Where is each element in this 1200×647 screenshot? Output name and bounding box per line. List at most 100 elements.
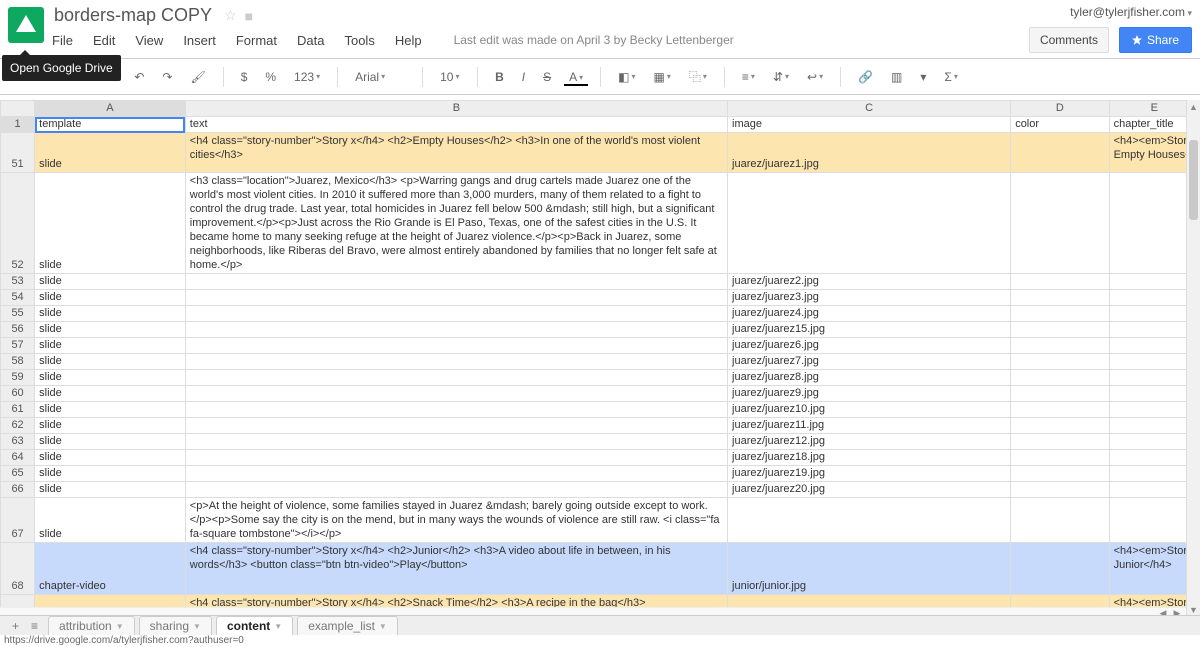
font-family[interactable]: Arial bbox=[350, 67, 410, 87]
menu-help[interactable]: Help bbox=[395, 33, 422, 48]
cell-C62[interactable]: juarez/juarez11.jpg bbox=[728, 418, 1011, 434]
tab-sharing[interactable]: sharing▼ bbox=[139, 616, 212, 635]
cell-C59[interactable]: juarez/juarez8.jpg bbox=[728, 370, 1011, 386]
row-54-header[interactable]: 54 bbox=[1, 290, 35, 306]
cell-A52[interactable]: slide bbox=[35, 173, 186, 274]
scroll-up-icon[interactable]: ▲ bbox=[1187, 100, 1200, 114]
strike-button[interactable]: S bbox=[538, 67, 556, 87]
row-65-header[interactable]: 65 bbox=[1, 466, 35, 482]
insert-link-icon[interactable]: 🔗 bbox=[853, 67, 878, 87]
row-67-header[interactable]: 67 bbox=[1, 498, 35, 543]
cell-B51[interactable]: <h4 class="story-number">Story x</h4> <h… bbox=[185, 133, 727, 173]
row-55-header[interactable]: 55 bbox=[1, 306, 35, 322]
col-A-header[interactable]: A bbox=[35, 101, 186, 117]
cell-A53[interactable]: slide bbox=[35, 274, 186, 290]
functions-icon[interactable]: Σ bbox=[939, 67, 962, 87]
cell-C51[interactable]: juarez/juarez1.jpg bbox=[728, 133, 1011, 173]
cell-A57[interactable]: slide bbox=[35, 338, 186, 354]
scroll-thumb[interactable] bbox=[1189, 140, 1198, 220]
cell-C60[interactable]: juarez/juarez9.jpg bbox=[728, 386, 1011, 402]
comments-button[interactable]: Comments bbox=[1029, 27, 1109, 53]
cell-B67[interactable]: <p>At the height of violence, some famil… bbox=[185, 498, 727, 543]
cell-A63[interactable]: slide bbox=[35, 434, 186, 450]
row-63-header[interactable]: 63 bbox=[1, 434, 35, 450]
insert-chart-icon[interactable]: ▥ bbox=[886, 67, 907, 87]
cell-A64[interactable]: slide bbox=[35, 450, 186, 466]
cell-B52[interactable]: <h3 class="location">Juarez, Mexico</h3>… bbox=[185, 173, 727, 274]
cell-A65[interactable]: slide bbox=[35, 466, 186, 482]
cell-B53[interactable] bbox=[185, 274, 727, 290]
star-icon[interactable]: ☆ bbox=[224, 7, 237, 24]
row-1-header[interactable]: 1 bbox=[1, 117, 35, 133]
vertical-scrollbar[interactable]: ▲ ▼ bbox=[1186, 100, 1200, 617]
cell-A1[interactable]: template bbox=[35, 117, 186, 133]
cell-A67[interactable]: slide bbox=[35, 498, 186, 543]
halign-icon[interactable]: ≡ bbox=[737, 67, 760, 87]
folder-icon[interactable]: ■ bbox=[245, 8, 253, 24]
cell-C1[interactable]: image bbox=[728, 117, 1011, 133]
filter-icon[interactable]: ▾ bbox=[915, 67, 931, 87]
select-all[interactable] bbox=[1, 101, 35, 117]
tab-attribution[interactable]: attribution▼ bbox=[48, 616, 135, 635]
fill-color-icon[interactable]: ◧ bbox=[613, 67, 640, 87]
row-53-header[interactable]: 53 bbox=[1, 274, 35, 290]
cell-A56[interactable]: slide bbox=[35, 322, 186, 338]
tab-example-list[interactable]: example_list▼ bbox=[297, 616, 398, 635]
col-C-header[interactable]: C bbox=[728, 101, 1011, 117]
paint-format-icon[interactable]: 🖌 bbox=[185, 67, 210, 87]
cell-C52[interactable] bbox=[728, 173, 1011, 274]
cell-C66[interactable]: juarez/juarez20.jpg bbox=[728, 482, 1011, 498]
col-B-header[interactable]: B bbox=[185, 101, 727, 117]
row-66-header[interactable]: 66 bbox=[1, 482, 35, 498]
cell-C57[interactable]: juarez/juarez6.jpg bbox=[728, 338, 1011, 354]
cell-A51[interactable]: slide bbox=[35, 133, 186, 173]
cell-D1[interactable]: color bbox=[1011, 117, 1109, 133]
row-62-header[interactable]: 62 bbox=[1, 418, 35, 434]
cell-B1[interactable]: text bbox=[185, 117, 727, 133]
drive-logo-icon[interactable] bbox=[8, 7, 44, 43]
redo-icon[interactable]: ↷ bbox=[157, 67, 177, 87]
cell-D52[interactable] bbox=[1011, 173, 1109, 274]
cell-A62[interactable]: slide bbox=[35, 418, 186, 434]
row-52-header[interactable]: 52 bbox=[1, 173, 35, 274]
cell-A68[interactable]: chapter-video bbox=[35, 543, 186, 595]
row-58-header[interactable]: 58 bbox=[1, 354, 35, 370]
cell-C55[interactable]: juarez/juarez4.jpg bbox=[728, 306, 1011, 322]
spreadsheet-grid[interactable]: A B C D E 1 template text image color ch… bbox=[0, 100, 1200, 617]
row-64-header[interactable]: 64 bbox=[1, 450, 35, 466]
row-56-header[interactable]: 56 bbox=[1, 322, 35, 338]
cell-C68[interactable]: junior/junior.jpg bbox=[728, 543, 1011, 595]
menu-format[interactable]: Format bbox=[236, 33, 277, 48]
format-currency[interactable]: $ bbox=[236, 67, 253, 87]
format-more[interactable]: 123 bbox=[289, 67, 325, 87]
wrap-icon[interactable]: ↩ bbox=[802, 67, 828, 87]
cell-A66[interactable]: slide bbox=[35, 482, 186, 498]
merge-icon[interactable]: ⿻ bbox=[684, 65, 712, 88]
cell-C61[interactable]: juarez/juarez10.jpg bbox=[728, 402, 1011, 418]
cell-A54[interactable]: slide bbox=[35, 290, 186, 306]
cell-A58[interactable]: slide bbox=[35, 354, 186, 370]
cell-D51[interactable] bbox=[1011, 133, 1109, 173]
cell-A61[interactable]: slide bbox=[35, 402, 186, 418]
menu-view[interactable]: View bbox=[135, 33, 163, 48]
col-D-header[interactable]: D bbox=[1011, 101, 1109, 117]
bold-button[interactable]: B bbox=[490, 67, 509, 87]
undo-icon[interactable]: ↶ bbox=[129, 67, 149, 87]
menu-insert[interactable]: Insert bbox=[183, 33, 216, 48]
italic-button[interactable]: I bbox=[517, 67, 530, 87]
format-percent[interactable]: % bbox=[260, 67, 281, 87]
all-sheets-button[interactable]: ≡ bbox=[25, 617, 44, 635]
menu-edit[interactable]: Edit bbox=[93, 33, 115, 48]
add-sheet-button[interactable]: + bbox=[6, 617, 25, 635]
cell-B68[interactable]: <h4 class="story-number">Story x</h4> <h… bbox=[185, 543, 727, 595]
user-menu[interactable]: tyler@tylerjfisher.com bbox=[1070, 5, 1192, 19]
cell-C64[interactable]: juarez/juarez18.jpg bbox=[728, 450, 1011, 466]
cell-C65[interactable]: juarez/juarez19.jpg bbox=[728, 466, 1011, 482]
tab-content[interactable]: content▼ bbox=[216, 616, 293, 635]
row-59-header[interactable]: 59 bbox=[1, 370, 35, 386]
menu-tools[interactable]: Tools bbox=[344, 33, 374, 48]
share-button[interactable]: Share bbox=[1119, 27, 1192, 53]
menu-file[interactable]: File bbox=[52, 33, 73, 48]
valign-icon[interactable]: ⇵ bbox=[768, 67, 794, 87]
row-51-header[interactable]: 51 bbox=[1, 133, 35, 173]
